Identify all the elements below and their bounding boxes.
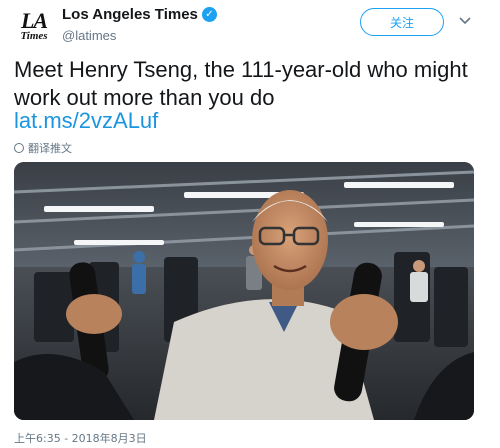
tweet-card: LA Times Los Angeles Times ✓ @latimes 关注… <box>0 0 500 448</box>
chevron-down-icon[interactable] <box>458 14 472 28</box>
photo-gym-scene <box>14 162 474 420</box>
translate-label: 翻译推文 <box>28 142 72 155</box>
avatar-logo-la: LA <box>20 7 48 33</box>
tweet-timestamp[interactable]: 上午6:35 - 2018年8月3日 <box>14 430 147 446</box>
tweet-text: Meet Henry Tseng, the 111-year-old who m… <box>14 57 468 110</box>
follow-button[interactable]: 关注 <box>360 8 444 36</box>
display-name[interactable]: Los Angeles Times <box>62 6 198 23</box>
globe-icon <box>14 143 24 153</box>
translate-tweet[interactable]: 翻译推文 <box>14 140 72 156</box>
account-name-row[interactable]: Los Angeles Times ✓ <box>62 6 217 23</box>
verified-badge-icon: ✓ <box>201 7 217 22</box>
avatar-logo-times: Times <box>20 29 48 42</box>
account-names: Los Angeles Times ✓ @latimes <box>62 6 217 43</box>
avatar[interactable]: LA Times <box>14 6 54 46</box>
account-handle[interactable]: @latimes <box>62 28 217 43</box>
tweet-link[interactable]: lat.ms/2vzALuf <box>14 108 158 134</box>
tweet-photo[interactable] <box>14 162 474 420</box>
